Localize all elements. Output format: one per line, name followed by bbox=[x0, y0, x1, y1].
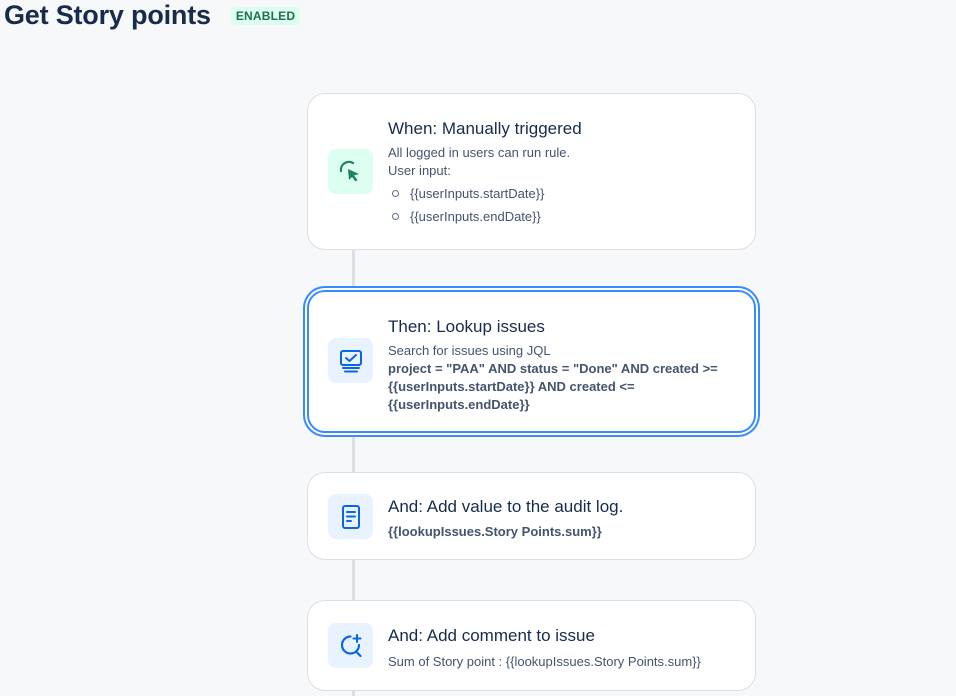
lookup-icon-box bbox=[328, 338, 373, 383]
add-comment-card[interactable]: And: Add comment to issue Sum of Story p… bbox=[307, 600, 756, 691]
rule-header: Get Story points ENABLED bbox=[4, 0, 301, 30]
status-badge: ENABLED bbox=[230, 7, 301, 25]
lookup-issues-icon bbox=[339, 349, 362, 372]
audit-log-value: {{lookupIssues.Story Points.sum}} bbox=[388, 524, 602, 539]
user-input-label: User input: bbox=[388, 163, 451, 178]
user-input-item: {{userInputs.endDate}} bbox=[388, 205, 739, 228]
flow-connector bbox=[352, 559, 355, 601]
trigger-card[interactable]: When: Manually triggered All logged in u… bbox=[307, 93, 756, 250]
jql-query: project = "PAA" AND status = "Done" AND … bbox=[388, 361, 718, 412]
audit-log-icon bbox=[341, 504, 360, 529]
add-comment-description: Sum of Story point : {{lookupIssues.Stor… bbox=[388, 654, 701, 669]
lookup-description: Search for issues using JQL bbox=[388, 343, 551, 358]
audit-log-icon-box bbox=[328, 494, 373, 539]
lookup-issues-card[interactable]: Then: Lookup issues Search for issues us… bbox=[307, 290, 756, 433]
page-title: Get Story points bbox=[4, 0, 211, 30]
add-comment-title: And: Add comment to issue bbox=[388, 626, 595, 645]
user-input-item: {{userInputs.startDate}} bbox=[388, 182, 739, 205]
lookup-title: Then: Lookup issues bbox=[388, 317, 545, 336]
audit-log-title: And: Add value to the audit log. bbox=[388, 497, 624, 516]
trigger-description: All logged in users can run rule. bbox=[388, 145, 571, 160]
cursor-click-icon bbox=[339, 160, 359, 181]
audit-log-card[interactable]: And: Add value to the audit log. {{looku… bbox=[307, 472, 756, 560]
trigger-title: When: Manually triggered bbox=[388, 119, 582, 138]
add-comment-icon bbox=[340, 633, 362, 657]
trigger-icon-box bbox=[328, 149, 373, 194]
flow-connector bbox=[352, 249, 355, 291]
user-input-list: {{userInputs.startDate}} {{userInputs.en… bbox=[388, 182, 739, 228]
add-comment-icon-box bbox=[328, 623, 373, 668]
flow-connector bbox=[352, 433, 355, 473]
